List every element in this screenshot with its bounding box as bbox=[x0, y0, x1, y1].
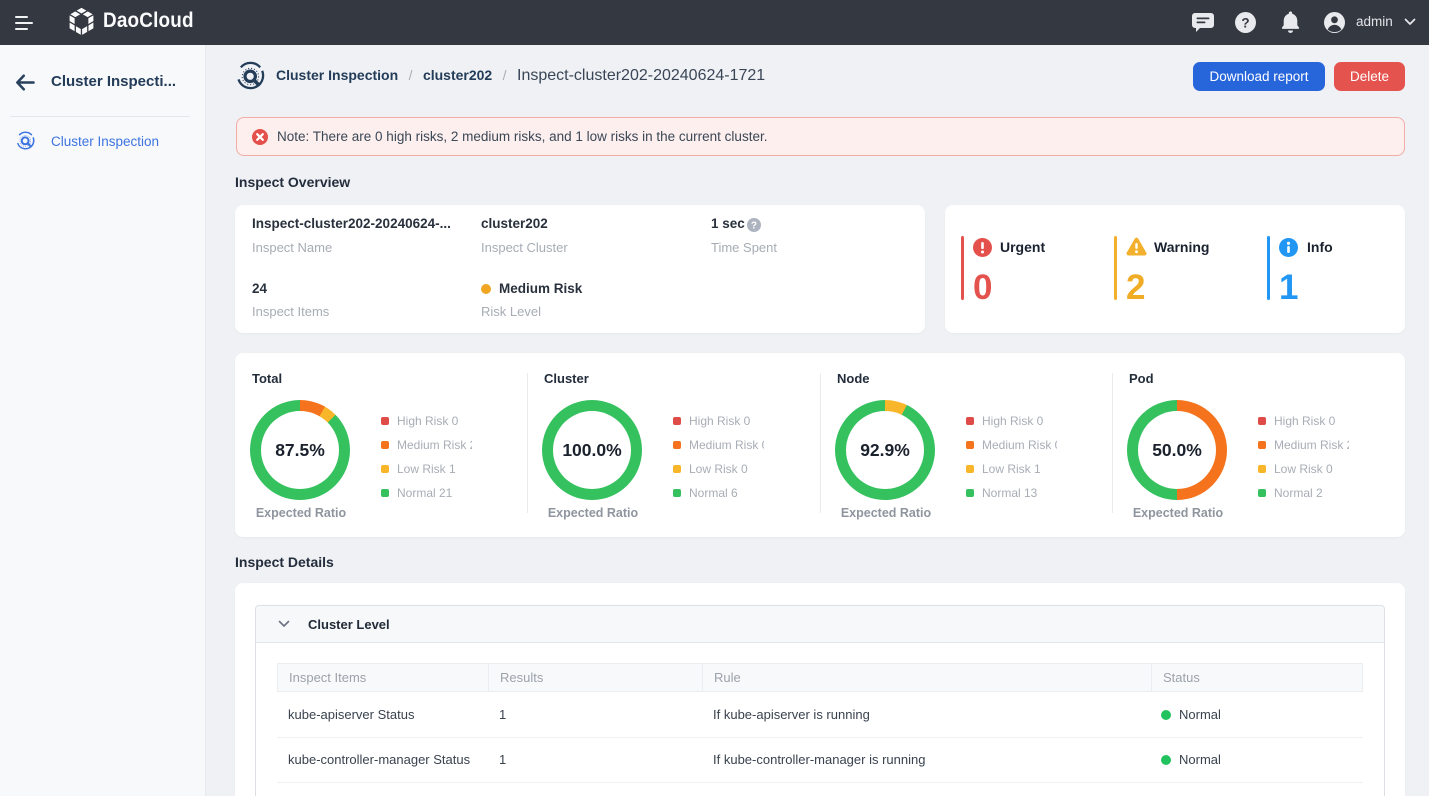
svg-text:?: ? bbox=[1241, 15, 1249, 30]
svg-text:?: ? bbox=[751, 221, 757, 232]
